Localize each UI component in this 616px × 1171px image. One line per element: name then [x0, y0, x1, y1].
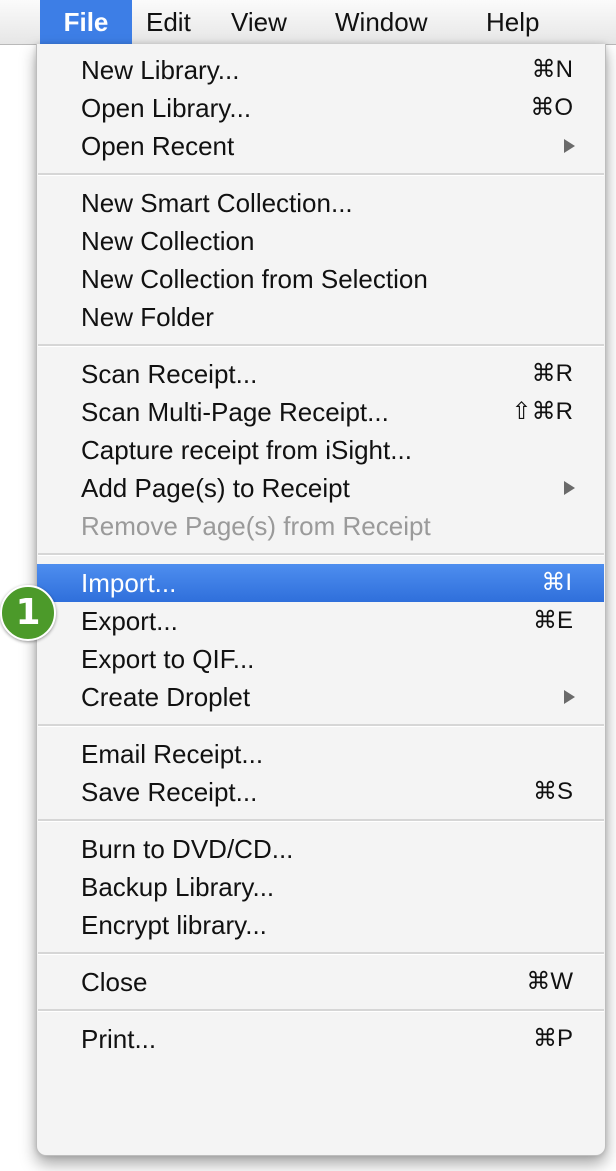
menu-item-label: Scan Multi-Page Receipt...: [81, 397, 389, 427]
menu-bar: File Edit View Window Help: [0, 0, 616, 45]
menu-item-new-folder[interactable]: New Folder: [37, 298, 605, 336]
menu-item-add-page-s-to-receipt[interactable]: Add Page(s) to Receipt: [37, 469, 605, 507]
menu-separator: [38, 173, 604, 176]
menu-item-open-library[interactable]: Open Library... ⌘O: [37, 89, 605, 127]
menu-item-label: New Smart Collection...: [81, 188, 353, 218]
step-callout-badge: 1: [0, 585, 56, 641]
menu-item-shortcut: ⇧⌘R: [511, 398, 573, 425]
menu-item-remove-page-s-from-receipt: Remove Page(s) from Receipt: [37, 507, 605, 545]
menu-item-label: Save Receipt...: [81, 777, 258, 807]
menu-item-shortcut: ⌘O: [530, 94, 573, 121]
submenu-arrow-icon: [564, 690, 575, 704]
menu-item-encrypt-library[interactable]: Encrypt library...: [37, 906, 605, 944]
menu-item-import[interactable]: Import... ⌘I: [37, 564, 604, 602]
menu-item-label: Print...: [81, 1024, 157, 1054]
menu-item-new-smart-collection[interactable]: New Smart Collection...: [37, 184, 605, 222]
menu-item-label: Encrypt library...: [81, 910, 267, 940]
submenu-arrow-icon: [564, 481, 575, 495]
menu-bar-view[interactable]: View: [231, 0, 287, 44]
menu-item-label: Email Receipt...: [81, 739, 264, 769]
menu-separator: [38, 952, 604, 955]
menu-item-label: Export to QIF...: [81, 644, 255, 674]
menu-separator: [38, 553, 604, 556]
menu-item-label: Remove Page(s) from Receipt: [81, 511, 431, 541]
menu-item-export-to-qif[interactable]: Export to QIF...: [37, 640, 605, 678]
menu-item-label: Import...: [81, 568, 177, 598]
menu-bar-edit[interactable]: Edit: [146, 0, 191, 44]
menu-separator: [38, 1009, 604, 1012]
menu-item-label: Close: [81, 967, 148, 997]
menu-item-new-library[interactable]: New Library... ⌘N: [37, 51, 605, 89]
submenu-arrow-icon: [564, 139, 575, 153]
menu-item-label: Open Library...: [81, 93, 252, 123]
menu-item-label: Burn to DVD/CD...: [81, 834, 294, 864]
menu-item-label: New Library...: [81, 55, 240, 85]
menu-item-new-collection[interactable]: New Collection: [37, 222, 605, 260]
menu-item-label: Capture receipt from iSight...: [81, 435, 412, 465]
menu-item-scan-multi-page-receipt[interactable]: Scan Multi-Page Receipt... ⇧⌘R: [37, 393, 605, 431]
menu-item-new-collection-from-selection[interactable]: New Collection from Selection: [37, 260, 605, 298]
menu-item-label: New Folder: [81, 302, 214, 332]
menu-item-label: Add Page(s) to Receipt: [81, 473, 350, 503]
menu-item-label: Open Recent: [81, 131, 235, 161]
menu-item-shortcut: ⌘E: [532, 607, 573, 634]
menu-separator: [38, 344, 604, 347]
menu-item-label: Backup Library...: [81, 872, 275, 902]
menu-item-burn-to-dvd-cd[interactable]: Burn to DVD/CD...: [37, 830, 605, 868]
menu-item-shortcut: ⌘S: [532, 778, 573, 805]
menu-item-shortcut: ⌘N: [531, 56, 573, 83]
menu-bar-help[interactable]: Help: [486, 0, 539, 44]
menu-item-shortcut: ⌘I: [541, 569, 572, 596]
menu-item-label: Export...: [81, 606, 178, 636]
menu-item-shortcut: ⌘P: [532, 1025, 573, 1052]
menu-item-shortcut: ⌘R: [531, 360, 573, 387]
menu-item-email-receipt[interactable]: Email Receipt...: [37, 735, 605, 773]
menu-bar-window[interactable]: Window: [335, 0, 427, 44]
menu-item-print[interactable]: Print... ⌘P: [37, 1020, 605, 1058]
menu-separator: [38, 819, 604, 822]
menu-item-close[interactable]: Close ⌘W: [37, 963, 605, 1001]
menu-bar-file[interactable]: File: [40, 0, 132, 44]
menu-item-shortcut: ⌘W: [526, 968, 573, 995]
menu-item-label: New Collection: [81, 226, 255, 256]
menu-item-label: New Collection from Selection: [81, 264, 428, 294]
menu-item-label: Scan Receipt...: [81, 359, 258, 389]
screenshot-stage: File Edit View Window Help New Library..…: [0, 0, 616, 1171]
file-menu-dropdown: New Library... ⌘N Open Library... ⌘O Open Re…: [36, 44, 606, 1156]
menu-item-create-droplet[interactable]: Create Droplet: [37, 678, 605, 716]
menu-item-open-recent[interactable]: Open Recent: [37, 127, 605, 165]
menu-item-capture-receipt-from-isight[interactable]: Capture receipt from iSight...: [37, 431, 605, 469]
menu-item-save-receipt[interactable]: Save Receipt... ⌘S: [37, 773, 605, 811]
menu-item-label: Create Droplet: [81, 682, 251, 712]
menu-item-export[interactable]: Export... ⌘E: [37, 602, 605, 640]
menu-separator: [38, 724, 604, 727]
menu-item-backup-library[interactable]: Backup Library...: [37, 868, 605, 906]
menu-item-scan-receipt[interactable]: Scan Receipt... ⌘R: [37, 355, 605, 393]
